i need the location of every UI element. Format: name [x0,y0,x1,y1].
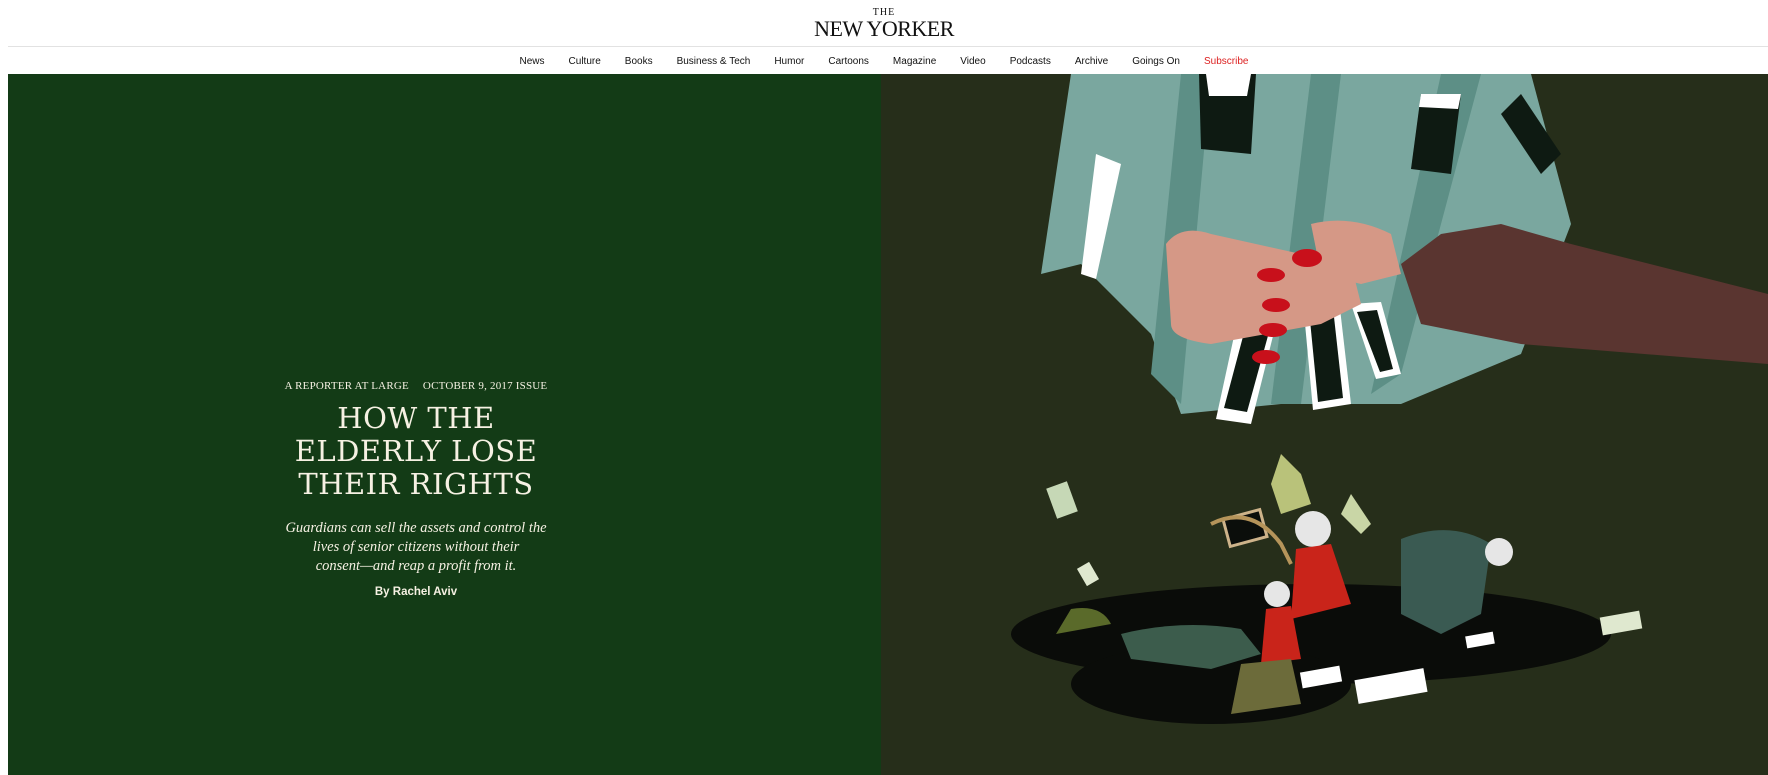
dek-line-1: Guardians can sell the assets and contro… [285,520,547,536]
rubric-line: A REPORTER AT LARGE OCTOBER 9, 2017 ISSUE [256,380,576,392]
page: THE NEW YORKER News Culture Books Busine… [0,0,1768,775]
subscribe-link[interactable]: Subscribe [1204,56,1248,67]
illustration-art [1011,74,1768,724]
nav-video[interactable]: Video [960,56,985,67]
primary-nav: News Culture Books Business & Tech Humor… [0,48,1768,74]
article-dek: Guardians can sell the assets and contro… [256,519,576,576]
nav-podcasts[interactable]: Podcasts [1010,56,1051,67]
new-yorker-logo[interactable]: THE NEW YORKER [0,8,1768,40]
dek-line-3: consent—and reap a profit from it. [315,558,517,574]
nav-cartoons[interactable]: Cartoons [828,56,869,67]
hero-text-panel: A REPORTER AT LARGE OCTOBER 9, 2017 ISSUE… [8,74,881,775]
hero-illustration [881,74,1768,775]
masthead: THE NEW YORKER [0,0,1768,46]
nav-books[interactable]: Books [625,56,653,67]
headline-line-1: HOW THE [337,401,495,435]
nav-magazine[interactable]: Magazine [893,56,936,67]
header-divider [8,46,1768,47]
byline[interactable]: By Rachel Aviv [256,586,576,598]
nav-news[interactable]: News [520,56,545,67]
article-header: A REPORTER AT LARGE OCTOBER 9, 2017 ISSUE… [256,380,576,598]
article-headline: HOW THE ELDERLY LOSE THEIR RIGHTS [256,402,576,501]
headline-line-3: THEIR RIGHTS [298,467,534,501]
elderly-figures [1011,511,1643,724]
rubric-link[interactable]: A REPORTER AT LARGE [285,380,409,392]
logo-name: NEW YORKER [814,16,954,41]
nav-goings-on[interactable]: Goings On [1132,56,1180,67]
nav-humor[interactable]: Humor [774,56,804,67]
issue-date-link[interactable]: OCTOBER 9, 2017 ISSUE [423,380,547,392]
dek-line-2: lives of senior citizens without their [312,539,520,555]
headline-line-2: ELDERLY LOSE [294,434,538,468]
nav-archive[interactable]: Archive [1075,56,1108,67]
nav-business-tech[interactable]: Business & Tech [677,56,751,67]
nav-culture[interactable]: Culture [569,56,601,67]
